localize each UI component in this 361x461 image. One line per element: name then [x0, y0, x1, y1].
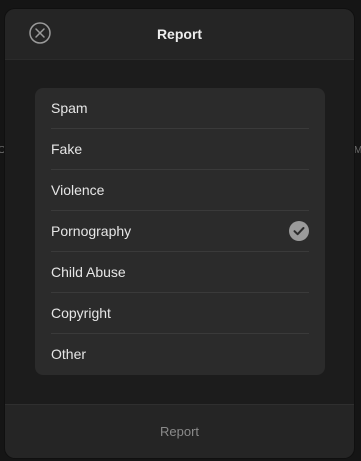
reason-label: Violence — [51, 182, 105, 198]
report-reason-list: Spam Fake Violence Pornography Child Abu… — [35, 88, 325, 375]
reason-label: Child Abuse — [51, 264, 126, 280]
reason-label: Fake — [51, 141, 83, 157]
background-edge-text-right: M — [354, 145, 361, 156]
report-modal: Report Spam Fake Violence Pornography Ch… — [5, 9, 354, 458]
reason-label: Copyright — [51, 305, 111, 321]
modal-header: Report — [5, 9, 354, 60]
checkmark-icon — [289, 221, 309, 241]
modal-footer: Report — [5, 404, 354, 458]
reason-label: Other — [51, 346, 87, 362]
modal-body: Spam Fake Violence Pornography Child Abu… — [5, 60, 354, 404]
modal-title: Report — [156, 26, 203, 42]
reason-option-copyright[interactable]: Copyright — [51, 293, 309, 334]
reason-option-pornography[interactable]: Pornography — [51, 211, 309, 252]
report-submit-button[interactable]: Report — [5, 405, 354, 458]
reason-option-violence[interactable]: Violence — [51, 170, 309, 211]
reason-option-other[interactable]: Other — [51, 334, 309, 375]
reason-label: Spam — [51, 100, 88, 116]
reason-option-child-abuse[interactable]: Child Abuse — [51, 252, 309, 293]
reason-option-fake[interactable]: Fake — [51, 129, 309, 170]
reason-option-spam[interactable]: Spam — [51, 88, 309, 129]
reason-label: Pornography — [51, 223, 132, 239]
